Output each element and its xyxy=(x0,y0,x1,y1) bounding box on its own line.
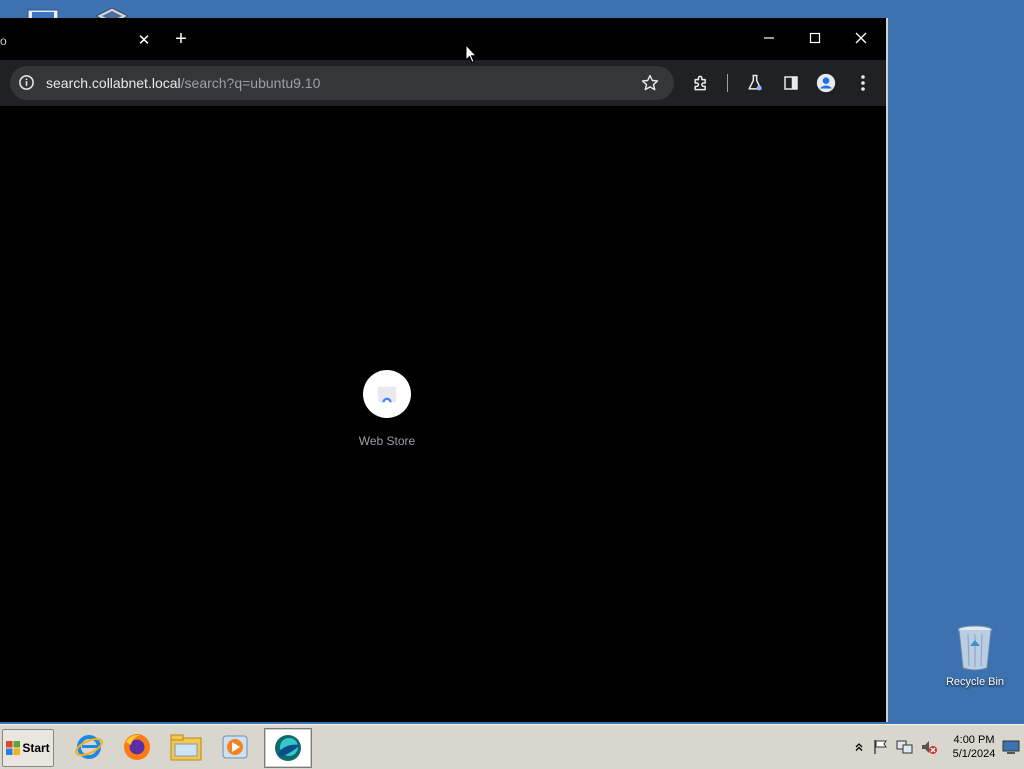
browser-icon xyxy=(275,735,301,761)
clock[interactable]: 4:00 PM 5/1/2024 xyxy=(946,733,1002,761)
taskbar-app-media-player[interactable] xyxy=(212,728,258,766)
file-explorer-icon xyxy=(170,734,202,761)
tab-title: o xyxy=(0,34,7,48)
side-panel-button[interactable] xyxy=(779,71,803,95)
new-tab-page: Web Store xyxy=(0,106,886,722)
start-label: Start xyxy=(22,741,50,755)
browser-toolbar: search.collabnet.local/search?q=ubuntu9.… xyxy=(0,60,886,106)
close-window-button[interactable] xyxy=(846,26,876,50)
recycle-bin-icon xyxy=(957,625,993,671)
browser-window: o ✕ + search.collabnet.local/search?q=ub… xyxy=(0,18,888,722)
recycle-bin-label: Recycle Bin xyxy=(945,676,1005,688)
minimize-button[interactable] xyxy=(754,26,784,50)
taskbar-app-file-explorer[interactable] xyxy=(163,728,209,766)
start-button[interactable]: Start xyxy=(2,729,54,767)
windows-logo-icon xyxy=(6,741,21,755)
flask-icon xyxy=(748,74,762,91)
action-center-flag-icon[interactable] xyxy=(872,738,890,756)
puzzle-icon xyxy=(694,75,706,91)
volume-muted-icon[interactable] xyxy=(920,738,938,756)
url-path: /search?q=ubuntu9.10 xyxy=(180,75,321,91)
shortcut-icon-circle xyxy=(363,370,411,418)
desktop-icon-computer[interactable] xyxy=(22,0,62,18)
extensions-button[interactable] xyxy=(689,71,713,95)
clock-date: 5/1/2024 xyxy=(952,748,996,760)
address-bar[interactable]: search.collabnet.local/search?q=ubuntu9.… xyxy=(10,66,674,100)
close-tab-icon[interactable]: ✕ xyxy=(134,31,154,51)
minimize-icon xyxy=(764,37,774,39)
taskbar-app-internet-explorer[interactable] xyxy=(66,728,112,766)
url-host: search.collabnet.local xyxy=(46,75,181,91)
show-desktop-icon[interactable] xyxy=(1002,738,1020,756)
firefox-icon xyxy=(124,734,150,760)
toolbar-divider xyxy=(727,74,728,92)
browser-tab[interactable]: o ✕ xyxy=(0,22,158,60)
taskbar: Start 4:00 PM 5/1/2024 xyxy=(0,724,1024,769)
mouse-cursor-icon xyxy=(465,43,478,69)
maximize-button[interactable] xyxy=(800,26,830,50)
shortcut-web-store[interactable]: Web Store xyxy=(347,370,427,448)
taskbar-app-firefox[interactable] xyxy=(114,728,160,766)
maximize-icon xyxy=(809,32,821,44)
labs-button[interactable] xyxy=(743,71,767,95)
shortcut-label: Web Store xyxy=(358,434,416,448)
network-icon[interactable] xyxy=(896,738,914,756)
taskbar-app-browser[interactable] xyxy=(264,728,312,768)
site-info-icon[interactable] xyxy=(18,74,35,96)
menu-button[interactable] xyxy=(851,71,875,95)
side-panel-icon xyxy=(784,76,798,90)
close-icon xyxy=(855,32,867,44)
system-tray: 4:00 PM 5/1/2024 xyxy=(846,725,1024,769)
avatar-icon xyxy=(816,73,836,93)
web-store-icon xyxy=(377,386,397,405)
recycle-bin[interactable]: Recycle Bin xyxy=(940,624,1010,688)
more-vert-icon xyxy=(861,75,865,91)
bookmark-star-icon[interactable] xyxy=(640,73,660,98)
profile-button[interactable] xyxy=(814,71,838,95)
media-player-icon xyxy=(222,735,248,759)
desktop-icon-network[interactable] xyxy=(92,0,132,18)
tab-strip: o ✕ + xyxy=(0,18,886,60)
show-hidden-icons-icon[interactable] xyxy=(850,738,868,756)
clock-time: 4:00 PM xyxy=(953,734,995,746)
new-tab-button[interactable]: + xyxy=(170,28,192,50)
internet-explorer-icon xyxy=(75,735,103,759)
url-text[interactable]: search.collabnet.local/search?q=ubuntu9.… xyxy=(46,75,320,91)
